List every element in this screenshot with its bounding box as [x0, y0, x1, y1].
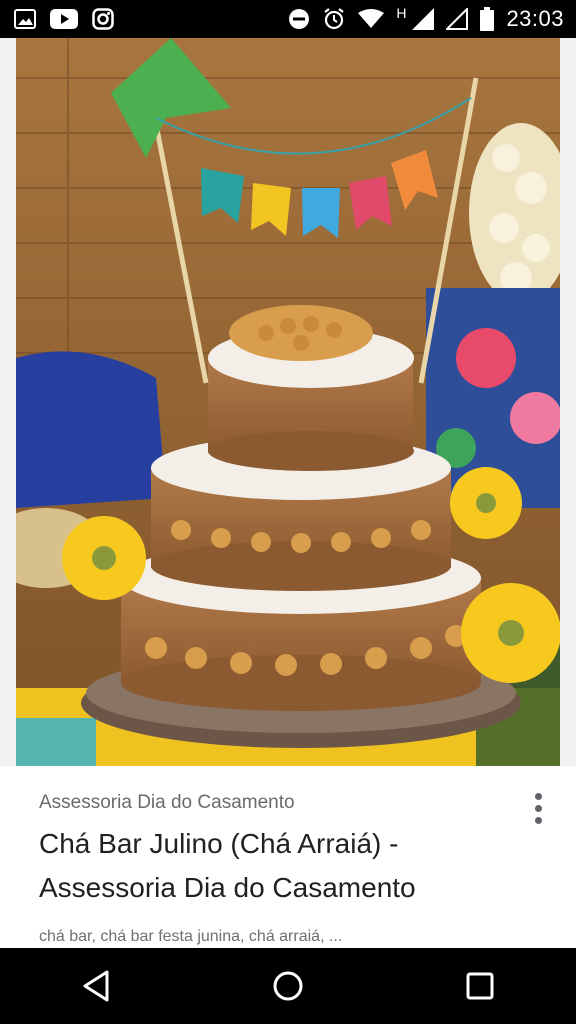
youtube-icon	[50, 9, 78, 29]
result-card[interactable]: Assessoria Dia do Casamento Chá Bar Juli…	[0, 766, 576, 948]
recents-button[interactable]	[450, 956, 510, 1016]
home-button[interactable]	[258, 956, 318, 1016]
sunflower-right	[461, 583, 560, 683]
do-not-disturb-icon	[288, 8, 310, 30]
status-bar-right: H 23:03	[288, 5, 564, 32]
signal-empty-icon	[446, 8, 469, 30]
signal-icon	[412, 8, 435, 30]
result-title[interactable]: Chá Bar Julino (Chá Arraiá) - Assessoria…	[39, 822, 536, 910]
result-tags: chá bar, chá bar festa junina, chá arrai…	[39, 928, 343, 945]
recents-icon	[466, 972, 494, 1000]
instagram-icon	[92, 8, 114, 30]
image-icon	[14, 9, 36, 29]
more-options-icon[interactable]	[528, 788, 548, 828]
network-type-label: H	[396, 5, 407, 21]
right-margin	[560, 38, 576, 766]
back-icon	[83, 970, 109, 1002]
alarm-icon	[322, 7, 346, 31]
sunflower-middle	[450, 467, 522, 539]
left-margin	[0, 38, 16, 766]
result-title-line-1[interactable]: Chá Bar Julino (Chá Arraiá) -	[39, 822, 536, 866]
clock: 23:03	[506, 6, 564, 31]
wifi-icon	[358, 9, 385, 29]
sunflower-left	[62, 516, 146, 600]
status-bar-left	[14, 8, 114, 30]
cake-photo[interactable]	[16, 38, 560, 766]
source-label[interactable]: Assessoria Dia do Casamento	[39, 792, 536, 814]
home-icon	[273, 971, 303, 1001]
battery-icon	[480, 7, 495, 31]
status-bar: H 23:03	[0, 0, 576, 38]
back-button[interactable]	[66, 956, 126, 1016]
navigation-bar	[0, 948, 576, 1024]
result-title-line-2[interactable]: Assessoria Dia do Casamento	[39, 866, 536, 910]
